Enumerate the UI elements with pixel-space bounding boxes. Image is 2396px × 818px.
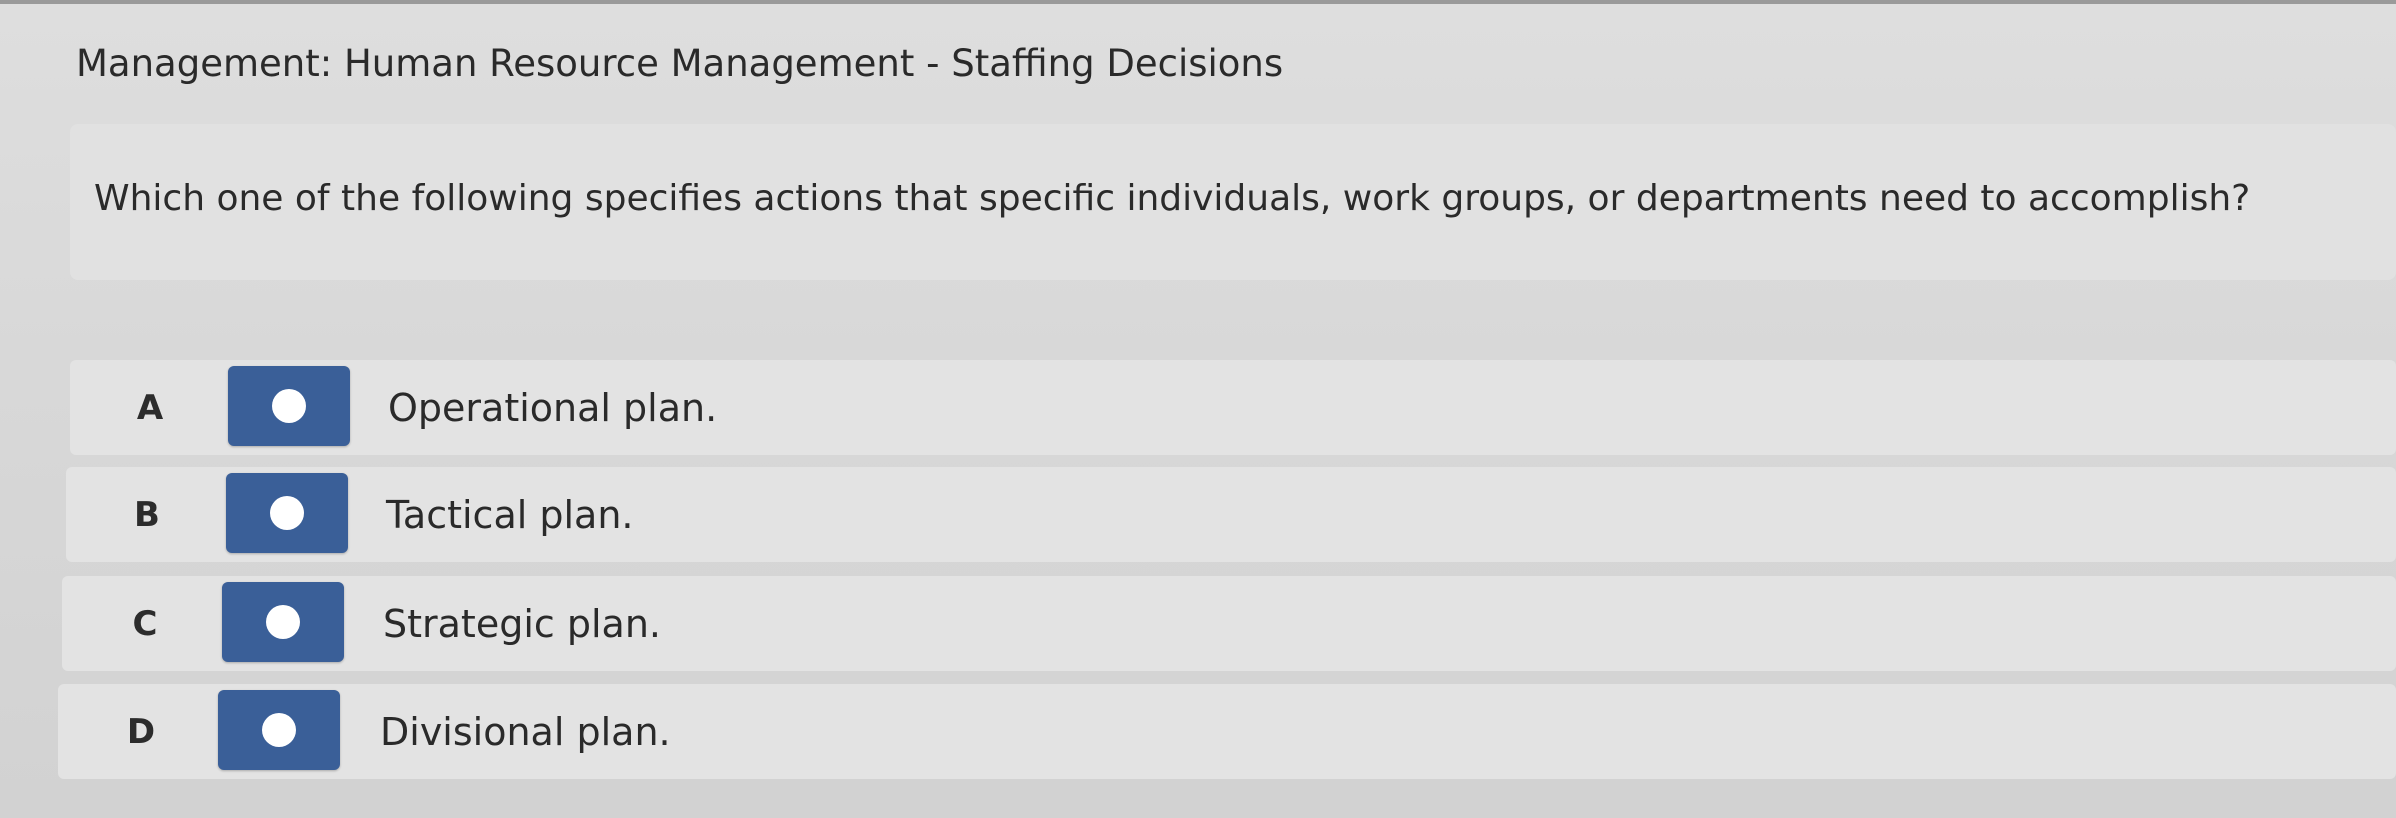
question-text: Which one of the following specifies act… xyxy=(94,178,2251,219)
option-row-c[interactable]: C Strategic plan. xyxy=(62,576,2396,671)
radio-dot-icon xyxy=(272,389,306,423)
radio-button-b[interactable] xyxy=(226,473,348,553)
option-letter-a: A xyxy=(136,387,164,428)
option-label-b: Tactical plan. xyxy=(386,492,634,537)
option-label-c: Strategic plan. xyxy=(383,601,661,646)
option-label-d: Divisional plan. xyxy=(380,709,671,754)
option-row-d[interactable]: D Divisional plan. xyxy=(58,684,2396,779)
option-letter-d: D xyxy=(126,711,156,752)
option-row-a[interactable]: A Operational plan. xyxy=(70,360,2396,455)
radio-button-d[interactable] xyxy=(218,690,340,770)
option-letter-c: C xyxy=(132,603,158,644)
option-letter-b: B xyxy=(134,494,160,535)
option-row-b[interactable]: B Tactical plan. xyxy=(66,467,2396,562)
option-label-a: Operational plan. xyxy=(388,385,718,430)
radio-dot-icon xyxy=(266,605,300,639)
radio-dot-icon xyxy=(270,496,304,530)
radio-button-c[interactable] xyxy=(222,582,344,662)
radio-button-a[interactable] xyxy=(228,366,350,446)
question-panel: Which one of the following specifies act… xyxy=(70,124,2396,280)
radio-dot-icon xyxy=(262,713,296,747)
top-divider xyxy=(0,0,2396,4)
page-title: Management: Human Resource Management - … xyxy=(76,42,1284,85)
